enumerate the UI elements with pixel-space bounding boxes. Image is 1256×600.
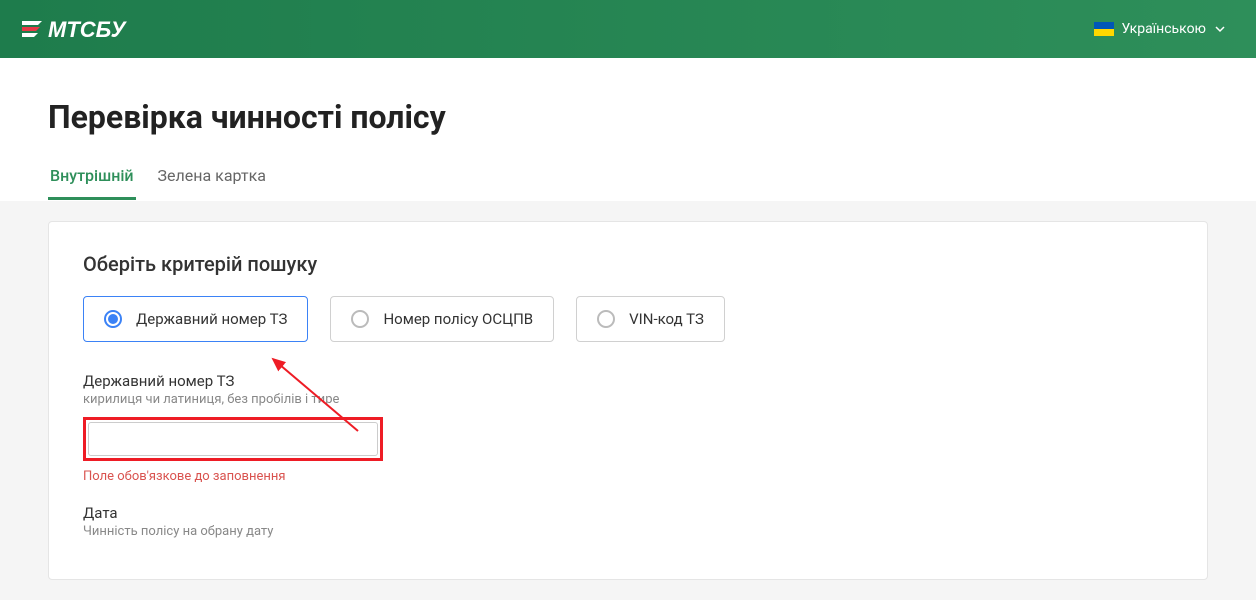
radio-label: Номер полісу ОСЦПВ <box>383 310 533 328</box>
content-area: Оберіть критерій пошуку Державний номер … <box>0 201 1256 600</box>
plate-field-group: Державний номер ТЗ кирилиця чи латиниця,… <box>83 372 1173 484</box>
top-header: МТСБУ Українською <box>0 0 1256 58</box>
plate-label: Державний номер ТЗ <box>83 372 1173 390</box>
date-label: Дата <box>83 504 1173 522</box>
date-hint: Чинність полісу на обрану дату <box>83 524 1173 539</box>
criteria-radio-group: Державний номер ТЗ Номер полісу ОСЦПВ VI… <box>83 296 1173 342</box>
radio-icon <box>597 310 615 328</box>
tab-label: Внутрішній <box>50 166 134 185</box>
language-selector[interactable]: Українською <box>1084 15 1236 43</box>
radio-label: Державний номер ТЗ <box>136 310 287 328</box>
page-title: Перевірка чинності полісу <box>48 98 1208 136</box>
chevron-down-icon <box>1214 23 1226 35</box>
tab-green-card[interactable]: Зелена картка <box>156 166 268 200</box>
radio-icon <box>104 310 122 328</box>
language-label: Українською <box>1122 21 1206 37</box>
annotation-highlight-box <box>83 417 383 461</box>
plate-input[interactable] <box>88 422 378 456</box>
radio-plate-number[interactable]: Державний номер ТЗ <box>83 296 308 342</box>
flag-icon <box>1094 22 1114 36</box>
section-title: Оберіть критерій пошуку <box>83 252 1173 276</box>
plate-hint: кирилиця чи латиниця, без пробілів і тир… <box>83 392 1173 407</box>
logo-icon: МТСБУ <box>20 15 160 43</box>
radio-vin-code[interactable]: VIN-код ТЗ <box>576 296 725 342</box>
form-card: Оберіть критерій пошуку Державний номер … <box>48 221 1208 580</box>
date-field-group: Дата Чинність полісу на обрану дату <box>83 504 1173 539</box>
radio-icon <box>351 310 369 328</box>
logo-text: МТСБУ <box>48 17 128 42</box>
page-header: Перевірка чинності полісу Внутрішній Зел… <box>0 58 1256 201</box>
logo[interactable]: МТСБУ <box>20 15 160 43</box>
radio-policy-number[interactable]: Номер полісу ОСЦПВ <box>330 296 554 342</box>
radio-label: VIN-код ТЗ <box>629 310 704 328</box>
tab-internal[interactable]: Внутрішній <box>48 166 136 200</box>
tabs: Внутрішній Зелена картка <box>48 166 1208 201</box>
plate-error: Поле обов'язкове до заповнення <box>83 469 1173 484</box>
tab-label: Зелена картка <box>158 166 266 185</box>
